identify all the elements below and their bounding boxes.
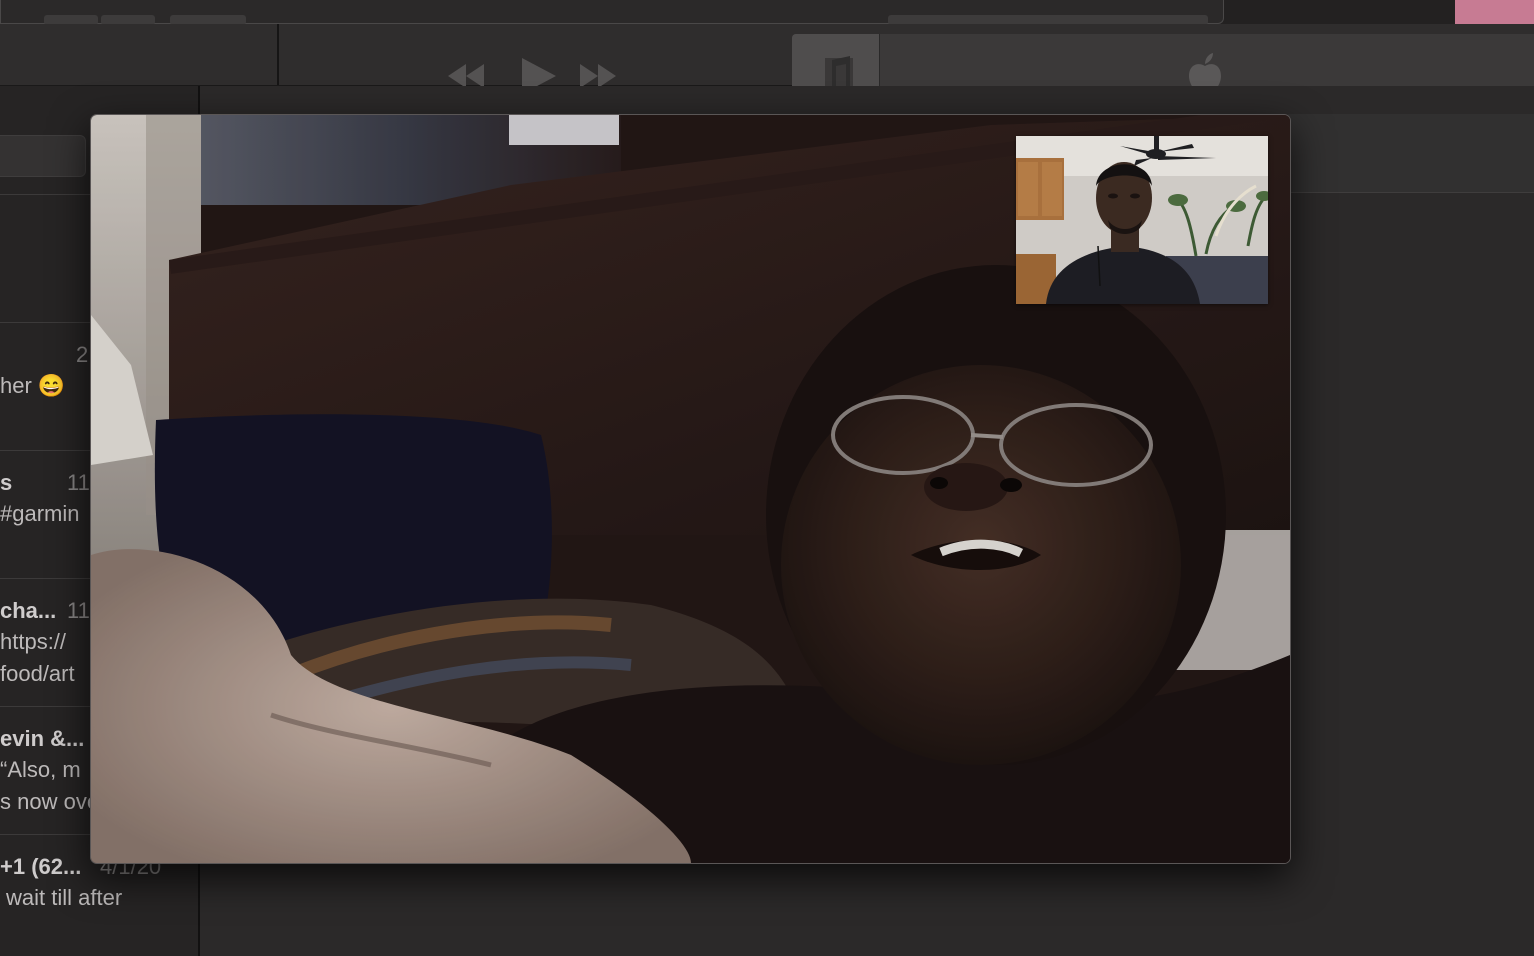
list-divider	[0, 322, 92, 323]
music-note-icon	[825, 56, 853, 86]
fast-forward-icon[interactable]	[580, 64, 616, 86]
conversation-preview: wait till after	[6, 885, 123, 910]
background-window-edge	[1455, 0, 1534, 24]
transport-controls	[446, 56, 626, 86]
now-playing-display	[792, 34, 1534, 86]
conversation-preview: #garmin	[0, 501, 80, 526]
search-field[interactable]	[0, 135, 86, 177]
player-left-pane	[0, 24, 279, 85]
facetime-call-window[interactable]	[90, 114, 1291, 864]
rewind-icon[interactable]	[448, 64, 484, 86]
album-art-placeholder[interactable]	[792, 34, 880, 86]
content-panel	[1288, 114, 1534, 193]
self-view-thumbnail[interactable]	[1016, 136, 1268, 304]
list-divider	[0, 706, 92, 707]
list-divider	[0, 194, 92, 195]
conversation-date: 2	[76, 342, 89, 367]
conversation-name: s	[0, 470, 13, 495]
conversation-date: 11	[67, 598, 90, 623]
conversation-name: +1 (62...	[0, 854, 82, 879]
play-icon[interactable]	[522, 58, 556, 86]
list-divider	[0, 578, 92, 579]
conversation-preview: https://	[0, 629, 67, 654]
music-player-toolbar	[0, 24, 1534, 86]
desktop: 2 her 😄 s 11 #garmin cha... 11 https:// …	[0, 0, 1534, 956]
conversation-preview: s now ove	[0, 789, 100, 814]
conversation-preview: “Also, m	[0, 757, 81, 782]
top-window-strip	[0, 0, 1534, 25]
conversation-preview: her 😄	[0, 373, 66, 398]
conversation-name: cha...	[0, 598, 57, 623]
apple-logo-icon	[1189, 53, 1221, 86]
conversation-preview: food/art	[0, 661, 75, 686]
conversation-name: evin &...	[0, 726, 85, 751]
list-divider	[0, 834, 92, 835]
list-divider	[0, 450, 92, 451]
conversation-date: 11	[67, 470, 90, 495]
